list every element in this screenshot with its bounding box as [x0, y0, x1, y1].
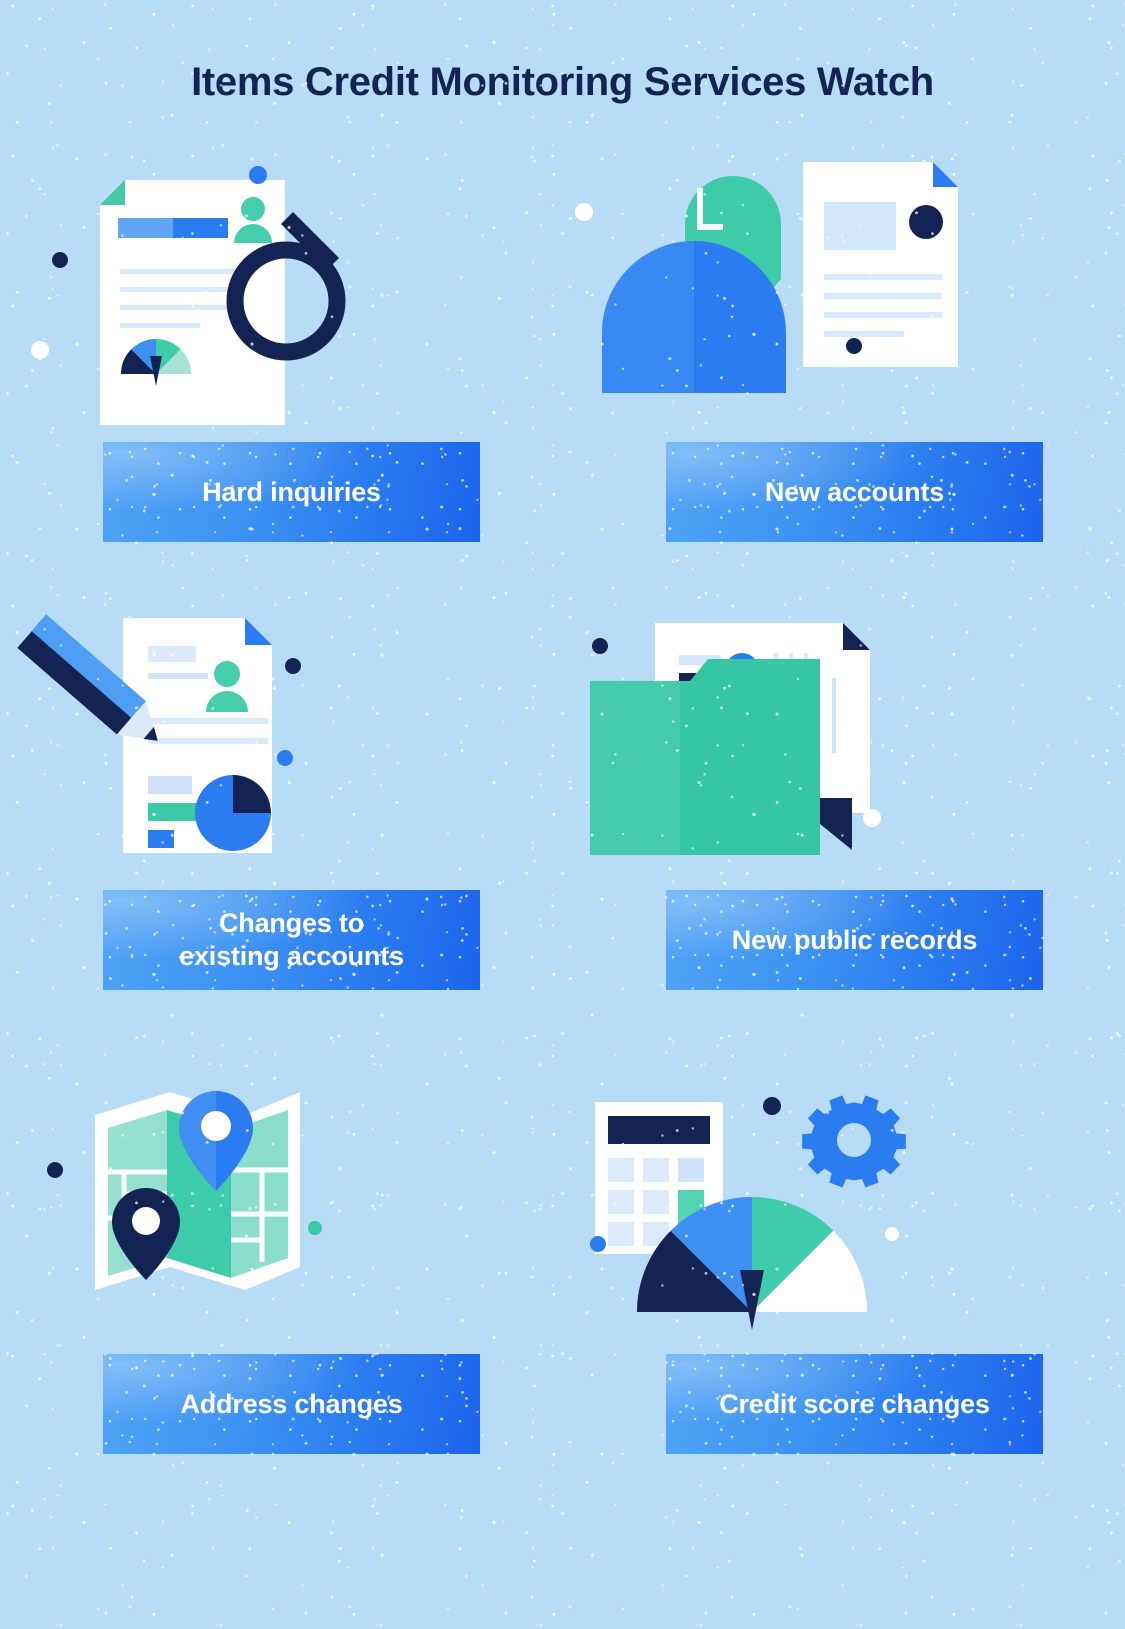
label-changes-to-existing-accounts[interactable]: Changes to existing accounts [103, 890, 480, 990]
accent-dot [277, 750, 293, 766]
accent-dot [763, 1097, 781, 1115]
items-row: Changes to existing accounts New public … [0, 598, 1125, 990]
label-text: New accounts [764, 476, 945, 507]
illustration-person-with-new-document [562, 150, 1124, 420]
item-hard-inquiries: Hard inquiries [0, 150, 562, 542]
items-row: Address changes Credit score changes [0, 1062, 1125, 1454]
bar-icon [148, 830, 174, 848]
illustration-folder-with-record-document [562, 598, 1124, 868]
accent-dot [249, 166, 267, 184]
label-new-public-records[interactable]: New public records [666, 890, 1043, 990]
label-new-accounts[interactable]: New accounts [666, 442, 1043, 542]
accent-dot [31, 341, 49, 359]
bubble-letter-foot [697, 224, 723, 230]
label-hard-inquiries[interactable]: Hard inquiries [103, 442, 480, 542]
label-text: Changes to existing accounts [179, 908, 404, 971]
gear-icon [802, 1095, 906, 1188]
item-changes-to-existing-accounts: Changes to existing accounts [0, 598, 562, 990]
bar-icon [148, 776, 192, 794]
accent-dot [308, 1221, 322, 1235]
accent-dot [52, 252, 68, 268]
page-title: Items Credit Monitoring Services Watch [191, 60, 934, 104]
label-address-changes[interactable]: Address changes [103, 1354, 480, 1454]
items-row: Hard inquiries New accounts [0, 150, 1125, 542]
label-text: Credit score changes [719, 1388, 990, 1419]
items-grid: Hard inquiries New accounts Changes to e… [0, 150, 1125, 1454]
folder-icon [590, 659, 820, 855]
folder-shadow [820, 798, 852, 850]
item-address-changes: Address changes [0, 1062, 562, 1454]
accent-dot [592, 638, 608, 654]
item-new-public-records: New public records [562, 598, 1124, 990]
pie-chart-icon [195, 775, 271, 851]
accent-dot [846, 338, 862, 354]
item-credit-score-changes: Credit score changes [562, 1062, 1124, 1454]
label-credit-score-changes[interactable]: Credit score changes [666, 1354, 1043, 1454]
label-text: Address changes [180, 1388, 403, 1419]
illustration-calculator-gear-and-score-gauge [562, 1062, 1124, 1332]
illustration-document-with-magnifying-glass [0, 150, 562, 425]
accent-dot [863, 809, 881, 827]
illustration-folded-map-with-pins [0, 1062, 562, 1332]
bubble-letter-stem [697, 188, 703, 230]
accent-dot [590, 1236, 606, 1252]
illustration-document-with-pencil [0, 598, 562, 868]
label-text: Hard inquiries [202, 476, 381, 507]
item-new-accounts: New accounts [562, 150, 1124, 542]
accent-dot [47, 1162, 63, 1178]
accent-dot [885, 1227, 899, 1241]
document-icon [803, 162, 958, 367]
accent-dot [285, 658, 301, 674]
label-text: New public records [731, 924, 978, 955]
accent-dot [575, 203, 593, 221]
